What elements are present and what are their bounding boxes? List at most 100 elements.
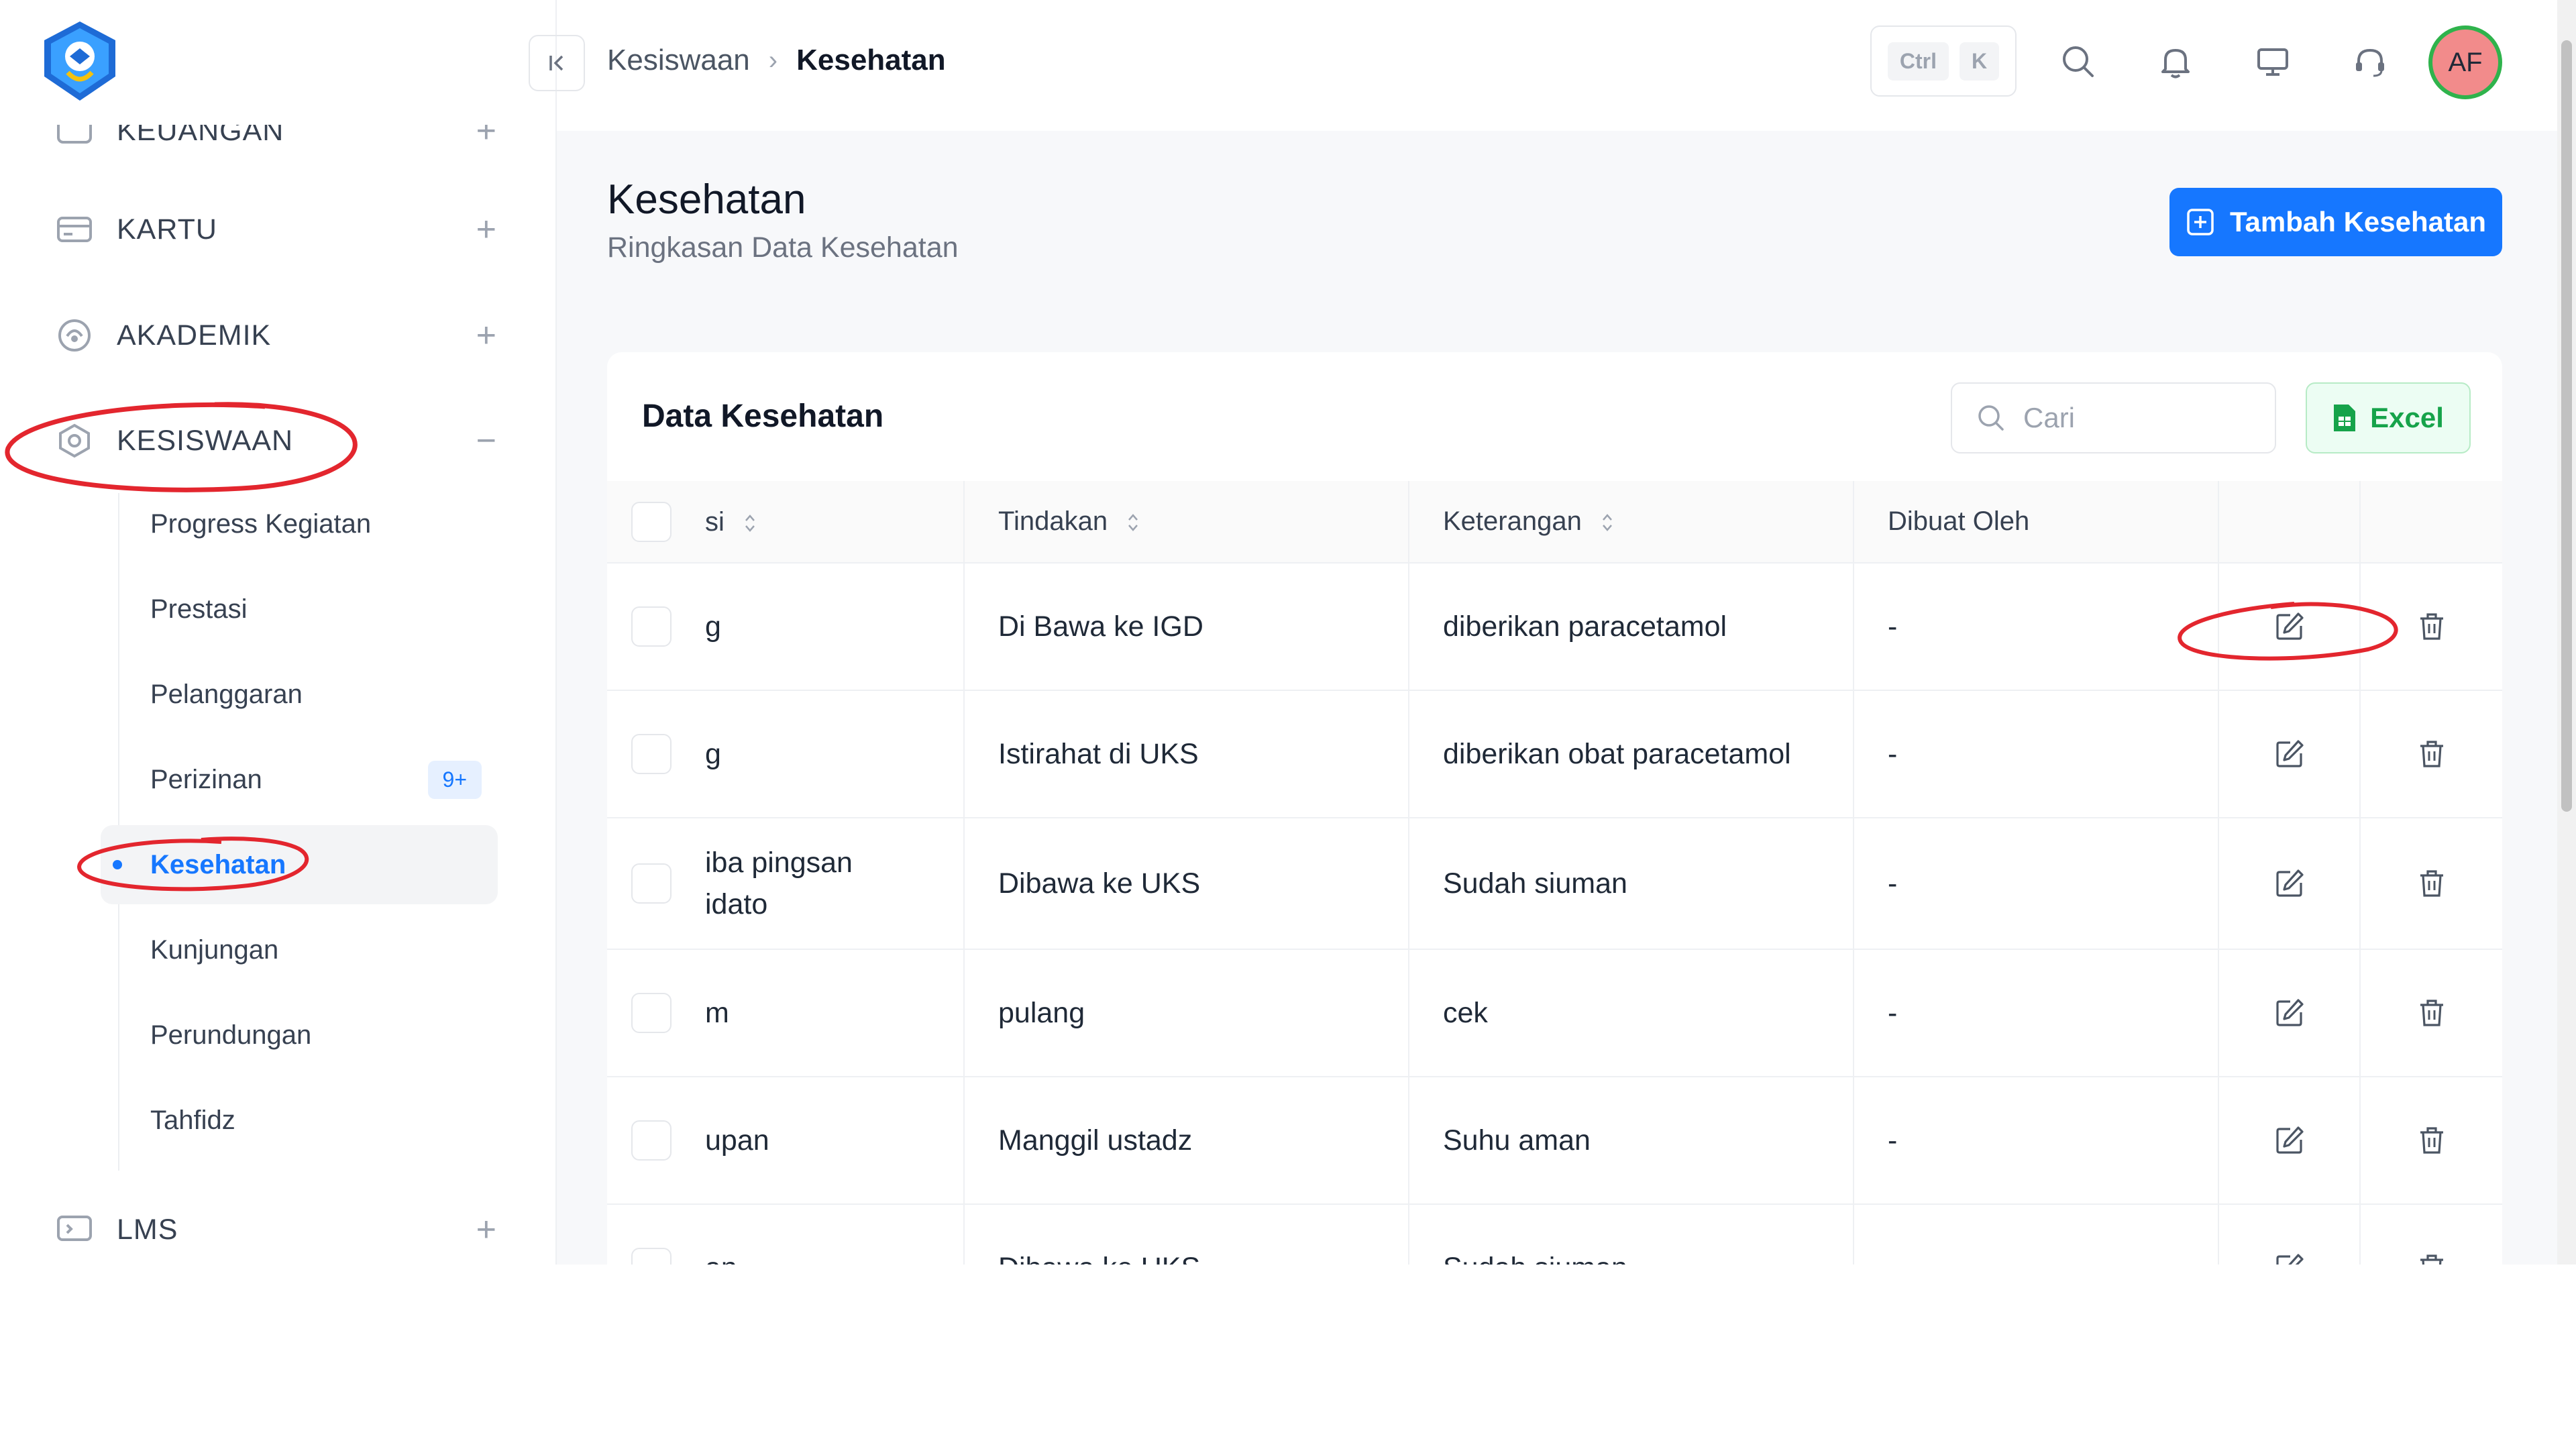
sidebar-group-kesiswaan[interactable]: KESISWAAN −: [54, 411, 496, 471]
add-kesehatan-button[interactable]: Tambah Kesehatan: [2169, 188, 2502, 256]
trash-icon[interactable]: [2408, 859, 2456, 908]
collapse-left-icon: [549, 55, 564, 71]
headset-icon[interactable]: [2346, 38, 2394, 86]
breadcrumb-current: Kesehatan: [796, 44, 946, 76]
scrollbar-thumb[interactable]: [2561, 40, 2572, 812]
trash-icon[interactable]: [2408, 1244, 2456, 1265]
edit-icon[interactable]: [2265, 1244, 2314, 1265]
user-avatar[interactable]: AF: [2428, 25, 2502, 99]
cell-dibuat-oleh: -: [1854, 949, 2219, 1077]
cell-text: upan: [705, 1124, 769, 1157]
sidebar-group-kartu[interactable]: KARTU +: [54, 199, 496, 260]
row-checkbox[interactable]: [631, 606, 672, 647]
row-checkbox[interactable]: [631, 993, 672, 1033]
command-palette-shortcut[interactable]: Ctrl K: [1870, 25, 2017, 97]
search-box[interactable]: [1951, 382, 2276, 453]
active-dot: [113, 860, 122, 869]
sidebar-group-label: LMS: [117, 1213, 178, 1246]
sidebar-group-label: KARTU: [117, 213, 217, 246]
cell-tindakan: Istirahat di UKS: [964, 690, 1409, 818]
cell-dibuat-oleh: -: [1854, 563, 2219, 691]
table-row: m pulang cek -: [607, 949, 2502, 1077]
trash-icon[interactable]: [2408, 730, 2456, 778]
column-header-label: Dibuat Oleh: [1888, 506, 2030, 536]
spreadsheet-icon: [2334, 405, 2356, 431]
cell-delete: [2360, 563, 2502, 691]
select-all-checkbox[interactable]: [631, 501, 672, 542]
export-excel-button[interactable]: Excel: [2306, 382, 2471, 453]
cell-edit: [2218, 818, 2361, 950]
cell-text: m: [705, 997, 729, 1029]
sidebar-item-prestasi[interactable]: Prestasi: [101, 570, 498, 649]
edit-icon[interactable]: [2265, 989, 2314, 1037]
cell-kondisi: m: [607, 949, 965, 1077]
sidebar-item-tahfidz[interactable]: Tahfidz: [101, 1081, 498, 1160]
edit-icon[interactable]: [2265, 1116, 2314, 1165]
cell-edit: [2218, 1077, 2361, 1205]
row-checkbox[interactable]: [631, 863, 672, 904]
sort-icon: [1128, 514, 1138, 532]
cell-edit: [2218, 563, 2361, 691]
school-logo-overlay: [38, 19, 122, 103]
monitor-icon[interactable]: [2249, 38, 2297, 86]
column-header-label: si: [705, 506, 724, 537]
edit-icon[interactable]: [2265, 859, 2314, 908]
breadcrumb: Kesiswaan › Kesehatan: [607, 0, 946, 121]
kbd-ctrl: Ctrl: [1887, 42, 1949, 80]
sidebar-item-kunjungan[interactable]: Kunjungan: [101, 910, 498, 989]
edit-icon[interactable]: [2265, 602, 2314, 651]
student-icon: [54, 420, 95, 462]
sort-icon: [745, 515, 755, 532]
sidebar-item-label: Kunjungan: [150, 934, 279, 965]
search-icon[interactable]: [2054, 38, 2102, 86]
row-checkbox[interactable]: [631, 1120, 672, 1161]
collapse-sidebar-button[interactable]: [529, 35, 585, 91]
cell-dibuat-oleh: -: [1854, 1204, 2219, 1265]
breadcrumb-parent[interactable]: Kesiswaan: [607, 44, 750, 77]
bell-icon[interactable]: [2151, 38, 2200, 86]
column-header-tindakan[interactable]: Tindakan: [964, 481, 1409, 564]
cell-dibuat-oleh: -: [1854, 818, 2219, 950]
kbd-k: K: [1960, 42, 2000, 80]
sidebar-item-kesehatan[interactable]: Kesehatan: [101, 825, 498, 904]
collapse-icon: −: [476, 421, 496, 460]
academic-icon: [54, 315, 95, 356]
sidebar-item-pelanggaran[interactable]: Pelanggaran: [101, 655, 498, 734]
sidebar-group-lms[interactable]: LMS +: [54, 1199, 496, 1260]
sidebar-group-label: KESISWAAN: [117, 424, 294, 457]
cell-kondisi: g: [607, 563, 965, 691]
sidebar-item-perizinan[interactable]: Perizinan 9+: [101, 740, 498, 819]
column-header-delete: [2360, 481, 2502, 564]
expand-icon: +: [476, 1210, 496, 1249]
trash-icon[interactable]: [2408, 1116, 2456, 1165]
search-input[interactable]: [2023, 402, 2265, 434]
lms-icon: [54, 1209, 95, 1250]
table-row: upan Manggil ustadz Suhu aman -: [607, 1077, 2502, 1205]
row-checkbox[interactable]: [631, 734, 672, 774]
sidebar-item-perundungan[interactable]: Perundungan: [101, 996, 498, 1075]
row-checkbox[interactable]: [631, 1248, 672, 1265]
column-header-edit: [2218, 481, 2361, 564]
sidebar-item-label: Tahfidz: [150, 1105, 235, 1135]
column-header-kondisi[interactable]: si: [607, 481, 965, 564]
cell-edit: [2218, 690, 2361, 818]
sidebar-item-label: Progress Kegiatan: [150, 508, 372, 539]
sidebar-item-label: Perizinan: [150, 764, 262, 794]
cell-dibuat-oleh: -: [1854, 1077, 2219, 1205]
sidebar-group-akademik[interactable]: AKADEMIK +: [54, 305, 496, 366]
trash-icon[interactable]: [2408, 602, 2456, 651]
edit-icon[interactable]: [2265, 730, 2314, 778]
column-header-keterangan[interactable]: Keterangan: [1409, 481, 1854, 564]
table-header-row: si Tindakan Keterangan Dibuat Oleh: [607, 481, 2502, 564]
excel-button-label: Excel: [2370, 402, 2444, 433]
cell-keterangan: Suhu aman: [1409, 1077, 1854, 1205]
trash-icon[interactable]: [2408, 989, 2456, 1037]
cell-delete: [2360, 1204, 2502, 1265]
column-header-dibuat-oleh: Dibuat Oleh: [1854, 481, 2219, 564]
cell-edit: [2218, 1204, 2361, 1265]
sidebar-item-progress-kegiatan[interactable]: Progress Kegiatan: [101, 484, 498, 564]
page-scrollbar[interactable]: [2557, 0, 2576, 1265]
column-header-label: Keterangan: [1443, 506, 1582, 536]
cell-text: g: [705, 610, 721, 643]
sidebar-group-label: AKADEMIK: [117, 319, 272, 352]
